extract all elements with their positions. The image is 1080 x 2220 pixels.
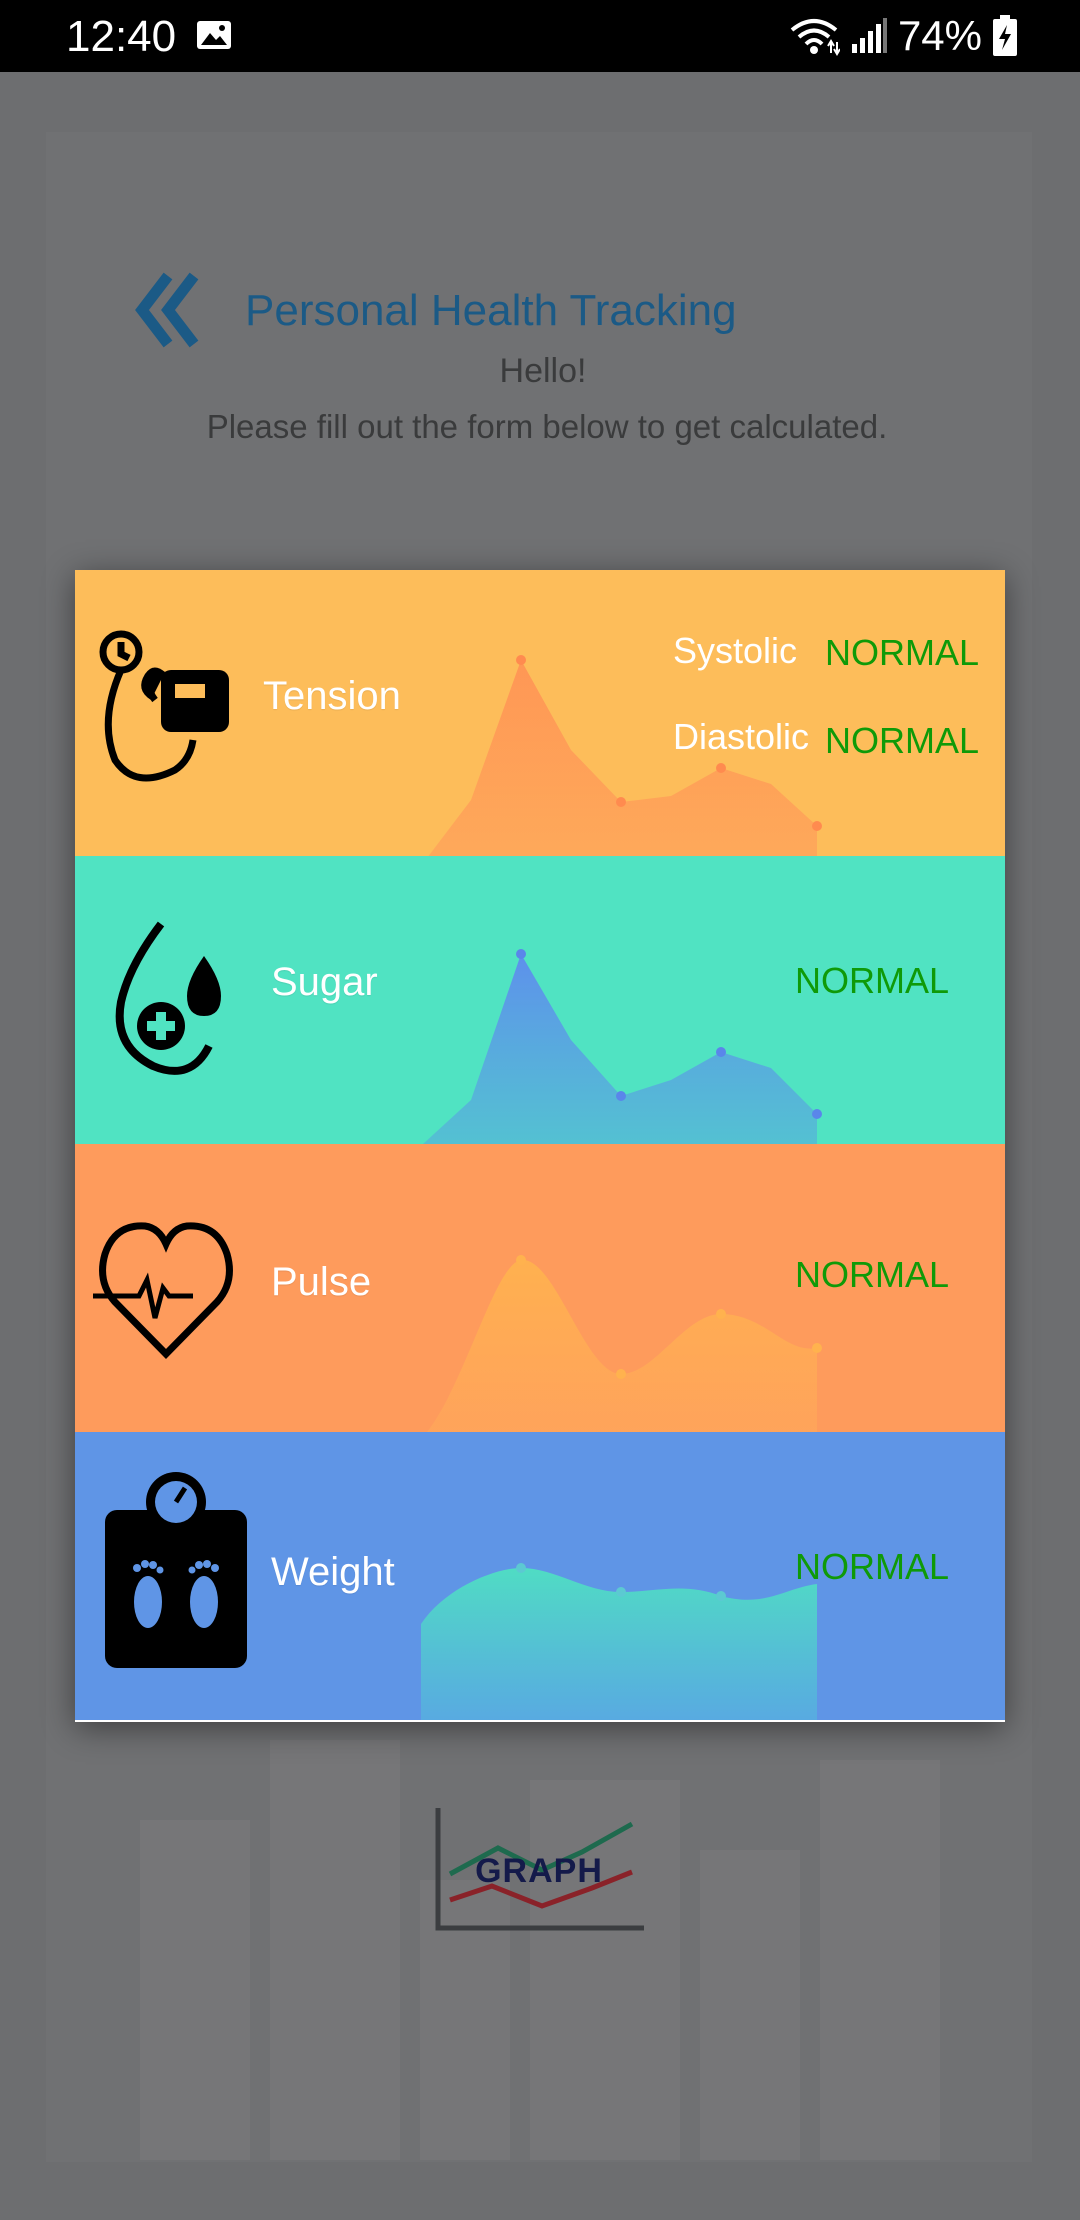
sugar-panel[interactable]: Sugar NORMAL [75,856,1005,1144]
image-notification-icon [197,21,231,49]
systolic-status: NORMAL [825,632,980,673]
systolic-label: Systolic [673,630,798,671]
greeting-text: Hello! [499,352,587,390]
weight-status: NORMAL [795,1546,950,1587]
blood-pressure-monitor-icon [99,630,229,782]
health-summary-dialog: Tension Systolic NORMAL Diastolic NORMAL [75,570,1005,1722]
graph-button[interactable]: GRAPH [432,1804,646,1934]
page-title: Personal Health Tracking [245,286,737,335]
pulse-panel[interactable]: Pulse NORMAL [75,1144,1005,1432]
back-chevron-icon[interactable] [132,270,202,350]
status-time: 12:40 [66,12,177,61]
pulse-label: Pulse [271,1260,372,1304]
sugar-status: NORMAL [795,960,950,1001]
signal-icon [851,18,887,53]
diastolic-label: Diastolic [673,716,810,757]
battery-charging-icon [993,15,1017,56]
weight-panel[interactable]: Weight NORMAL [75,1432,1005,1720]
graph-button-label: GRAPH [475,1852,603,1890]
wifi-icon [790,19,840,56]
tension-panel[interactable]: Tension Systolic NORMAL Diastolic NORMAL [75,570,1005,858]
battery-percent: 74% [897,12,982,59]
heart-pulse-icon [93,1222,233,1359]
blood-drop-plus-icon [115,921,221,1075]
diastolic-status: NORMAL [825,720,980,761]
sugar-label: Sugar [271,960,378,1004]
instruction-text: Please fill out the form below to get ca… [206,408,888,445]
tension-label: Tension [263,674,401,718]
pulse-status: NORMAL [795,1254,950,1295]
weight-label: Weight [271,1550,395,1594]
weighing-scale-icon [105,1472,247,1668]
status-bar: 12:40 74% [0,0,1080,72]
